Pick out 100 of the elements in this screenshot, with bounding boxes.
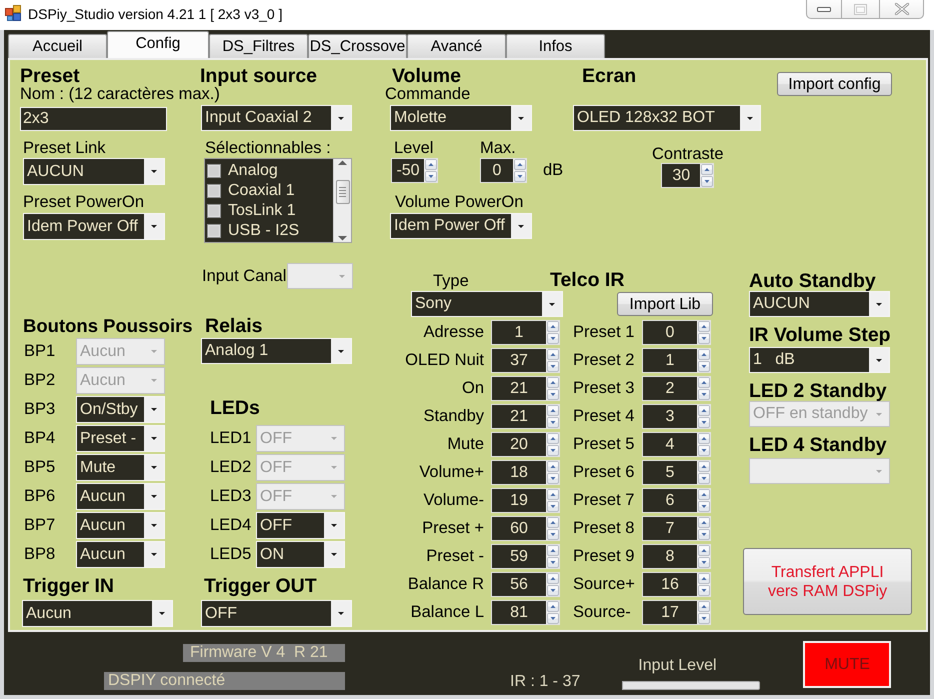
spin-down-icon[interactable] [546,556,558,568]
led-dropdown[interactable]: OFF [256,512,345,539]
spin-up-icon[interactable] [546,404,558,416]
ir-code-spinner[interactable]: 21 [491,376,560,400]
push-button-dropdown[interactable]: Preset - [76,425,165,452]
spin-up-icon[interactable] [698,404,710,416]
spin-down-icon[interactable] [546,500,558,512]
input-checkbox-item[interactable]: Coaxial 1 [205,181,333,201]
spin-down-icon[interactable] [698,360,710,372]
spin-down-icon[interactable] [546,360,558,372]
ir-type-dropdown[interactable]: Sony [411,291,563,317]
checkbox[interactable] [207,164,221,178]
tab[interactable]: DS_Crossove [308,34,407,58]
input-checkbox-item[interactable]: TosLink 1 [205,201,333,221]
push-button-dropdown[interactable]: Aucun [76,541,165,568]
ir-code-spinner[interactable]: 56 [491,572,560,596]
ir-code-spinner[interactable]: 20 [491,432,560,456]
spin-down-icon[interactable] [700,176,713,187]
scroll-up-icon[interactable] [338,160,347,166]
spin-up-icon[interactable] [546,516,558,528]
tab[interactable]: Accueil [8,34,107,58]
spin-up-icon[interactable] [424,159,436,170]
scroll-down-icon[interactable] [338,235,347,241]
spin-down-icon[interactable] [698,500,710,512]
tab[interactable]: Infos [506,34,605,58]
close-button[interactable] [880,0,924,19]
spin-up-icon[interactable] [700,164,713,175]
spin-down-icon[interactable] [546,612,558,624]
input-checkbox-item[interactable]: Analog [205,161,333,181]
spin-up-icon[interactable] [546,376,558,388]
volume-command-dropdown[interactable]: Molette [390,105,532,131]
spin-up-icon[interactable] [698,600,710,612]
checkbox[interactable] [207,224,221,238]
spin-down-icon[interactable] [546,388,558,400]
volume-max-spinner[interactable]: 0 [480,158,527,183]
spin-up-icon[interactable] [698,348,710,360]
screen-dropdown[interactable]: OLED 128x32 BOT [573,105,761,131]
spin-up-icon[interactable] [698,432,710,444]
spin-up-icon[interactable] [698,544,710,556]
contrast-spinner[interactable]: 30 [661,163,714,188]
spin-down-icon[interactable] [698,332,710,344]
ir-code-spinner[interactable]: 37 [491,348,560,372]
ir-code-spinner[interactable]: 60 [491,516,560,540]
input-source-dropdown[interactable]: Input Coaxial 2 [201,105,352,131]
ir-preset-spinner[interactable]: 4 [642,432,711,456]
selectable-inputs-list[interactable]: Analog Coaxial 1 TosLink 1 USB - I2S [204,158,352,243]
ir-preset-spinner[interactable]: 2 [642,376,711,400]
spin-up-icon[interactable] [698,488,710,500]
tab[interactable]: DS_Filtres [209,34,308,58]
ir-code-spinner[interactable]: 21 [491,404,560,428]
preset-name-field[interactable]: 2x3 [20,107,167,131]
ir-preset-spinner[interactable]: 7 [642,516,711,540]
scrollbar[interactable] [333,159,351,242]
push-button-dropdown[interactable]: Mute [76,454,165,481]
spin-down-icon[interactable] [698,556,710,568]
ir-code-spinner[interactable]: 18 [491,460,560,484]
spin-down-icon[interactable] [546,332,558,344]
spin-up-icon[interactable] [546,600,558,612]
volume-level-spinner[interactable]: -50 [391,158,438,183]
tab[interactable]: Avancé [407,34,506,58]
led-dropdown[interactable]: ON [256,541,345,568]
ir-code-spinner[interactable]: 81 [491,600,560,624]
spin-down-icon[interactable] [546,472,558,484]
spin-up-icon[interactable] [698,460,710,472]
spin-up-icon[interactable] [546,432,558,444]
preset-poweron-dropdown[interactable]: Idem Power Off [23,213,165,240]
ir-preset-spinner[interactable]: 0 [642,320,711,344]
ir-preset-spinner[interactable]: 16 [642,572,711,596]
spin-down-icon[interactable] [514,171,526,182]
ir-preset-spinner[interactable]: 1 [642,348,711,372]
spin-up-icon[interactable] [546,544,558,556]
spin-down-icon[interactable] [698,584,710,596]
spin-down-icon[interactable] [546,584,558,596]
spin-up-icon[interactable] [546,348,558,360]
input-checkbox-item[interactable]: USB - I2S [205,221,333,241]
preset-link-dropdown[interactable]: AUCUN [23,158,165,185]
trigger-out-dropdown[interactable]: OFF [201,600,352,627]
ir-preset-spinner[interactable]: 6 [642,488,711,512]
ir-code-spinner[interactable]: 59 [491,544,560,568]
volume-poweron-dropdown[interactable]: Idem Power Off [390,213,532,239]
spin-up-icon[interactable] [698,516,710,528]
push-button-dropdown[interactable]: Aucun [76,512,165,539]
ir-preset-spinner[interactable]: 5 [642,460,711,484]
scroll-thumb[interactable] [336,180,350,204]
minimize-button[interactable] [806,0,842,19]
spin-up-icon[interactable] [698,320,710,332]
spin-down-icon[interactable] [698,444,710,456]
tab[interactable]: Config [107,31,209,58]
transfer-button[interactable]: Transfert APPLI vers RAM DSPiy [743,548,912,615]
spin-up-icon[interactable] [546,572,558,584]
push-button-dropdown[interactable]: On/Stby [76,396,165,423]
spin-down-icon[interactable] [698,388,710,400]
standby-dropdown[interactable]: AUCUN [749,291,890,317]
ir-preset-spinner[interactable]: 3 [642,404,711,428]
spin-up-icon[interactable] [546,320,558,332]
spin-down-icon[interactable] [698,612,710,624]
spin-down-icon[interactable] [698,472,710,484]
spin-up-icon[interactable] [698,572,710,584]
spin-down-icon[interactable] [546,444,558,456]
checkbox[interactable] [207,184,221,198]
